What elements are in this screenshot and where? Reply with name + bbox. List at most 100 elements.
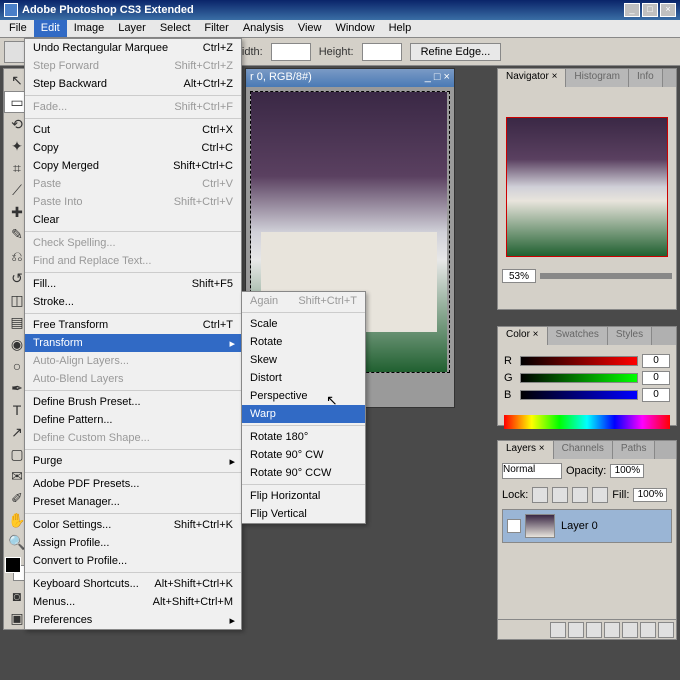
menuitem-again: AgainShift+Ctrl+T [242,292,365,310]
navigator-thumbnail[interactable] [506,117,668,257]
menu-view[interactable]: View [291,20,329,37]
menuitem-distort[interactable]: Distort [242,369,365,387]
g-value[interactable]: 0 [642,371,670,385]
menuitem-undo-rectangular-marquee[interactable]: Undo Rectangular MarqueeCtrl+Z [25,39,241,57]
r-value[interactable]: 0 [642,354,670,368]
document-titlebar[interactable]: r 0, RGB/8#) _ □ × [246,69,454,87]
menuitem-copy-merged[interactable]: Copy MergedShift+Ctrl+C [25,157,241,175]
menuitem-rotate-90-cw[interactable]: Rotate 90° CW [242,446,365,464]
b-value[interactable]: 0 [642,388,670,402]
tab-histogram[interactable]: Histogram [566,69,629,87]
menuitem-rotate-90-ccw[interactable]: Rotate 90° CCW [242,464,365,482]
menuitem-assign-profile-[interactable]: Assign Profile... [25,534,241,552]
menuitem-cut[interactable]: CutCtrl+X [25,121,241,139]
tab-paths[interactable]: Paths [613,441,656,459]
blend-mode-select[interactable]: Normal [502,463,562,479]
menuitem-menus-[interactable]: Menus...Alt+Shift+Ctrl+M [25,593,241,611]
color-tabs: Color × Swatches Styles [498,327,676,345]
tool-preset-icon[interactable] [4,41,26,63]
layers-panel: Layers × Channels Paths Normal Opacity: … [497,440,677,640]
width-input[interactable] [271,43,311,61]
menuitem-fill-[interactable]: Fill...Shift+F5 [25,275,241,293]
r-slider[interactable] [520,356,638,366]
layer-thumbnail[interactable] [525,514,555,538]
tab-layers[interactable]: Layers × [498,441,554,459]
lock-position-icon[interactable] [572,487,588,503]
g-slider[interactable] [520,373,638,383]
tab-swatches[interactable]: Swatches [548,327,608,345]
menuitem-perspective[interactable]: Perspective [242,387,365,405]
menuitem-transform[interactable]: Transform [25,334,241,352]
menuitem-warp[interactable]: Warp [242,405,365,423]
menuitem-scale[interactable]: Scale [242,315,365,333]
app-icon [4,3,18,17]
tab-styles[interactable]: Styles [608,327,652,345]
menuitem-clear[interactable]: Clear [25,211,241,229]
menuitem-skew[interactable]: Skew [242,351,365,369]
new-layer-icon[interactable] [640,622,656,638]
menu-analysis[interactable]: Analysis [236,20,291,37]
lock-all-icon[interactable] [592,487,608,503]
menuitem-rotate-180-[interactable]: Rotate 180° [242,428,365,446]
b-slider[interactable] [520,390,638,400]
menuitem-purge[interactable]: Purge [25,452,241,470]
trash-icon[interactable] [658,622,674,638]
lock-image-icon[interactable] [552,487,568,503]
menu-filter[interactable]: Filter [197,20,235,37]
color-panel: Color × Swatches Styles R0 G0 B0 [497,326,677,426]
foreground-color[interactable] [5,557,21,573]
menuitem-preferences[interactable]: Preferences [25,611,241,629]
layer-item[interactable]: Layer 0 [502,509,672,543]
opacity-input[interactable]: 100% [610,464,644,478]
menu-edit[interactable]: Edit [34,20,67,37]
tab-color[interactable]: Color × [498,327,548,345]
layer-name[interactable]: Layer 0 [561,520,598,532]
mask-icon[interactable] [586,622,602,638]
close-button[interactable]: × [660,3,676,17]
refine-edge-button[interactable]: Refine Edge... [410,43,502,61]
menu-image[interactable]: Image [67,20,112,37]
cursor-icon: ↖ [326,392,338,409]
menuitem-paste-into: Paste IntoShift+Ctrl+V [25,193,241,211]
lock-transparency-icon[interactable] [532,487,548,503]
minimize-button[interactable]: _ [624,3,640,17]
layers-footer [498,619,676,639]
height-input[interactable] [362,43,402,61]
menu-file[interactable]: File [2,20,34,37]
zoom-slider[interactable] [540,273,672,279]
menuitem-flip-horizontal[interactable]: Flip Horizontal [242,487,365,505]
menuitem-color-settings-[interactable]: Color Settings...Shift+Ctrl+K [25,516,241,534]
adjustment-icon[interactable] [604,622,620,638]
tab-info[interactable]: Info [629,69,663,87]
folder-icon[interactable] [622,622,638,638]
visibility-icon[interactable] [507,519,521,533]
menu-layer[interactable]: Layer [111,20,153,37]
link-icon[interactable] [550,622,566,638]
menuitem-free-transform[interactable]: Free TransformCtrl+T [25,316,241,334]
menuitem-define-pattern-[interactable]: Define Pattern... [25,411,241,429]
menu-select[interactable]: Select [153,20,198,37]
menuitem-stroke-[interactable]: Stroke... [25,293,241,311]
fx-icon[interactable] [568,622,584,638]
menuitem-preset-manager-[interactable]: Preset Manager... [25,493,241,511]
tab-navigator[interactable]: Navigator × [498,69,566,87]
menuitem-flip-vertical[interactable]: Flip Vertical [242,505,365,523]
edit-menu-dropdown: Undo Rectangular MarqueeCtrl+ZStep Forwa… [24,38,242,630]
height-label: Height: [319,46,354,58]
menuitem-convert-to-profile-[interactable]: Convert to Profile... [25,552,241,570]
color-spectrum[interactable] [504,415,670,429]
menuitem-copy[interactable]: CopyCtrl+C [25,139,241,157]
maximize-button[interactable]: □ [642,3,658,17]
menu-window[interactable]: Window [328,20,381,37]
tab-channels[interactable]: Channels [554,441,613,459]
menuitem-rotate[interactable]: Rotate [242,333,365,351]
menuitem-keyboard-shortcuts-[interactable]: Keyboard Shortcuts...Alt+Shift+Ctrl+K [25,575,241,593]
zoom-input[interactable] [502,269,536,283]
opacity-label: Opacity: [566,465,606,477]
fill-input[interactable]: 100% [633,488,667,502]
menu-help[interactable]: Help [382,20,419,37]
menuitem-define-brush-preset-[interactable]: Define Brush Preset... [25,393,241,411]
menuitem-adobe-pdf-presets-[interactable]: Adobe PDF Presets... [25,475,241,493]
menubar: FileEditImageLayerSelectFilterAnalysisVi… [0,20,680,38]
menuitem-step-backward[interactable]: Step BackwardAlt+Ctrl+Z [25,75,241,93]
